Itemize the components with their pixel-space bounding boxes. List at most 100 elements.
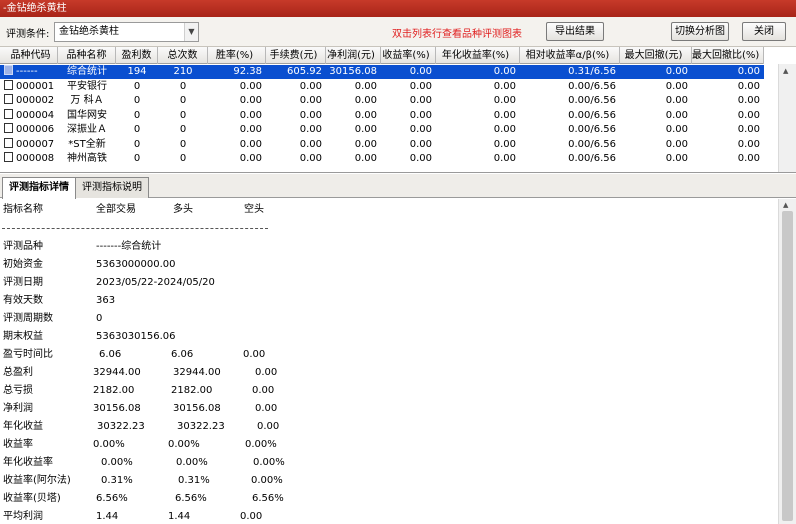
metric-value: 0.00% [176,457,208,468]
column-header[interactable]: 年化收益率(%) [436,47,520,64]
metric-value: 0.00 [243,349,266,360]
detail-tabs: 评测指标详情 评测指标说明 [0,174,796,199]
row-checkbox-icon[interactable] [4,65,13,75]
divider [2,228,268,229]
tab-indicator-details[interactable]: 评测指标详情 [2,177,76,199]
table-cell: 深振业Ａ [58,123,116,137]
detail-scrollbar[interactable]: ▲ [778,199,796,524]
table-row[interactable]: 000006 深振业Ａ 0 0 0.00 0.00 0.00 0.00 0.00 0.00/6.5… [0,123,764,137]
table-cell: 0.00 [381,80,436,94]
table-row[interactable]: 000002 万 科Ａ 0 0 0.00 0.00 0.00 0.00 0.00 0.00/6.5… [0,94,764,108]
criteria-label: 评测条件: [6,29,50,40]
table-cell: 000007 [0,137,58,152]
metric-value: 32944.00 [93,367,141,378]
table-cell: 0.00 [326,123,381,137]
metric-value: 0.00 [255,367,278,378]
metric-value: 30322.23 [177,421,225,432]
row-checkbox-icon[interactable] [4,137,13,148]
row-checkbox-icon[interactable] [4,79,13,90]
scroll-up-icon[interactable]: ▲ [783,67,788,75]
metric-value: 0.00% [245,439,277,450]
chevron-down-icon[interactable]: ▼ [184,23,198,41]
metric-value: 0.00 [252,385,275,396]
column-header[interactable]: 最大回撤比(%) [692,47,764,64]
switch-chart-button[interactable]: 切换分析图 [671,22,729,41]
column-header[interactable]: 净利润(元) [326,47,381,64]
metric-value: 30156.08 [93,403,141,414]
column-header[interactable]: 最大回撤(元) [620,47,692,64]
column-header[interactable]: 相对收益率α/β(%) [520,47,620,64]
scroll-up-icon[interactable]: ▲ [783,201,788,209]
cell-text: 0.00 [493,138,516,150]
column-header[interactable]: 收益率(%) [381,47,436,64]
cell-text: 0.00/6.56 [568,153,616,164]
cell-text: 0.00 [239,138,262,150]
column-header[interactable]: 盈利数 [116,47,158,64]
cell-text: 0.00/6.56 [568,80,616,92]
cell-text: 0.00 [354,95,377,106]
table-cell: 0.00/6.56 [520,152,620,166]
table-cell: 0.00 [208,138,266,152]
tab-indicator-description[interactable]: 评测指标说明 [75,177,149,198]
table-row[interactable]: 000004 国华网安 0 0 0.00 0.00 0.00 0.00 0.00 0.00/6.5… [0,108,764,123]
table-scrollbar[interactable]: ▲ [778,64,796,172]
table-row[interactable]: 000008 神州高铁 0 0 0.00 0.00 0.00 0.00 0.00 0.00/6.5… [0,152,764,166]
cell-text: 0.00 [493,66,516,77]
column-header[interactable]: 总次数 [158,47,208,64]
cell-text: 0 [133,138,141,150]
metric-name: 初始资金 [3,259,43,270]
table-row[interactable]: 000001 平安银行 0 0 0.00 0.00 0.00 0.00 0.00 0.00/6.5… [0,79,764,94]
table-cell: 0.00 [692,138,764,152]
table-cell: 0.00 [381,138,436,152]
cell-text: 0.00 [737,109,760,121]
cell-text: 0.00/6.56 [568,124,616,135]
metric-value: 0.31% [101,475,133,486]
cell-text: 0.00 [737,95,760,106]
table-row[interactable]: ------ 综合统计 194 210 92.38 605.92 30156.08 0.00 0… [0,65,764,79]
metric-value: 0.00 [240,511,263,522]
cell-text: 0.00 [299,138,322,150]
table-cell: 0.00 [208,94,266,108]
table-cell: 0.00 [436,94,520,108]
metric-value: 0.00% [251,475,283,486]
cell-text: 000007 [16,138,55,150]
table-cell: 0 [116,152,158,166]
metric-value: 0.00% [168,439,200,450]
row-checkbox-icon[interactable] [4,152,13,162]
cell-text: 0 [179,95,187,106]
table-cell: 0.00 [326,94,381,108]
table-cell: 000002 [0,94,58,108]
metric-value: 0 [96,313,103,324]
table-cell: 0 [116,123,158,137]
cell-text: 0.00 [493,124,516,135]
row-checkbox-icon[interactable] [4,108,13,119]
table-cell: 0.00 [436,65,520,79]
table-cell: 国华网安 [58,109,116,123]
column-header[interactable]: 品种名称 [58,47,116,64]
cell-text: 0.00 [665,109,688,121]
criteria-select-value: 金钻绝杀黄柱 [59,26,119,37]
table-row[interactable]: 000007 *ST全新 0 0 0.00 0.00 0.00 0.00 0.00 0.00/6.… [0,137,764,152]
export-button[interactable]: 导出结果 [546,22,604,41]
cell-text: 0 [133,109,141,121]
cell-text: ------ [16,66,38,77]
row-checkbox-icon[interactable] [4,123,13,133]
cell-text: 0.00 [409,95,432,106]
cell-text: 0.00 [299,109,322,121]
cell-text: 综合统计 [67,66,107,77]
metric-name: 评测品种 [3,241,43,252]
criteria-select[interactable]: 金钻绝杀黄柱 ▼ [54,22,199,42]
metric-value: 6.06 [171,349,194,360]
close-button[interactable]: 关闭 [742,22,786,41]
metric-value: 5363030156.06 [96,331,176,342]
scroll-thumb[interactable] [782,211,793,521]
column-header[interactable]: 手续费(元) [266,47,326,64]
cell-text: 0 [179,153,187,164]
table-cell: 0 [158,109,208,123]
cell-text: 0.00 [737,124,760,135]
column-header[interactable]: 胜率(%) [208,47,266,64]
column-header[interactable]: 品种代码 [0,47,58,64]
row-checkbox-icon[interactable] [4,94,13,104]
table-cell: 0 [158,123,208,137]
cell-text: 0.00 [354,109,377,121]
